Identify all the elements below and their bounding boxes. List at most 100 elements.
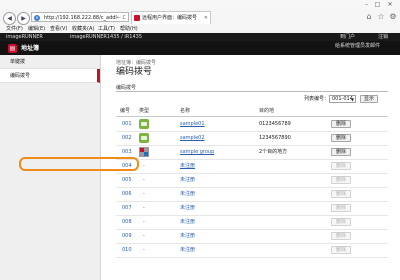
row-name[interactable]: sample01 [180, 117, 205, 131]
home-icon[interactable]: ⌂ [364, 12, 374, 22]
row-name[interactable]: sample02 [180, 131, 205, 145]
logout-link[interactable]: 注销 [378, 33, 388, 41]
row-number[interactable]: 010 [122, 243, 132, 257]
delete-button[interactable]: 删除 [331, 190, 351, 198]
menu-tools[interactable]: 工具(T) [98, 25, 115, 33]
close-icon[interactable]: ✕ [385, 1, 395, 8]
browser-tab[interactable]: 远程用户界面：编码拨号 ✕ [131, 11, 211, 24]
delete-button[interactable]: 删除 [331, 218, 351, 226]
column-header-number: 编号 [120, 108, 131, 114]
browser-window: – □ ✕ ◀ ▶ e http://192.168.222.88/c_addl… [0, 0, 400, 280]
menu-help[interactable]: 帮助(H) [120, 25, 138, 33]
delete-button[interactable]: 删除 [331, 204, 351, 212]
menu-favorites[interactable]: 收藏夹(A) [72, 25, 94, 33]
row-name[interactable]: 未注册 [180, 229, 195, 243]
delete-button[interactable]: 删除 [331, 148, 351, 156]
row-name[interactable]: 未注册 [180, 173, 195, 187]
row-destination: 0123456789 [259, 121, 291, 127]
favorites-icon[interactable]: ☆ [376, 12, 386, 22]
table-row: 004 - 未注册 删除 [116, 159, 388, 174]
row-number[interactable]: 001 [122, 117, 132, 131]
row-destination: 1234567890 [259, 135, 291, 141]
table-row: 008 - 未注册 删除 [116, 215, 388, 230]
display-button[interactable]: 显示 [360, 95, 378, 103]
row-type: - [143, 233, 145, 239]
table-row: 010 - 未注册 删除 [116, 243, 388, 258]
address-row: ◀ ▶ e http://192.168.222.88/c_addl ← C 远… [0, 9, 400, 26]
table-row: 009 - 未注册 删除 [116, 229, 388, 244]
row-name[interactable]: 未注册 [180, 187, 195, 201]
row-number[interactable]: 006 [122, 187, 132, 201]
delete-button[interactable]: 删除 [331, 162, 351, 170]
row-number[interactable]: 008 [122, 215, 132, 229]
main-content: 地址簿：编码拨号 编码拨号 编码拨号 列表编号： 001-014 ▼ 显示 编号… [101, 55, 400, 280]
row-type: - [143, 219, 145, 225]
address-suffix: ← C [116, 15, 126, 21]
phone-icon [139, 119, 149, 129]
table-row: 003 sample group 2个目的地方 删除 [116, 145, 388, 160]
minimize-icon[interactable]: – [362, 1, 371, 8]
row-destination: 2个目的地方 [259, 149, 288, 155]
address-bar[interactable]: e http://192.168.222.88/c_addl ← C [31, 12, 129, 22]
table-row: 001 sample01 0123456789 删除 [116, 117, 388, 132]
column-header-name: 名称 [180, 108, 191, 114]
title-bar: – □ ✕ [0, 0, 400, 9]
device-band: imageRUNNER imageRUNNER1435 / iR1435 到门户… [0, 33, 400, 41]
tab-favicon-icon [134, 15, 140, 21]
maximize-icon[interactable]: □ [373, 1, 382, 8]
delete-button[interactable]: 删除 [331, 176, 351, 184]
row-type: - [143, 247, 145, 253]
sidebar-item-coded-dial[interactable]: 编码拨号 [0, 69, 100, 83]
delete-button[interactable]: 删除 [331, 232, 351, 240]
mail-admin-link[interactable]: 给系统管理员发邮件 [335, 44, 380, 49]
chevron-down-icon: ▼ [350, 97, 354, 102]
settings-icon[interactable]: ⚙ [388, 12, 398, 22]
phone-icon [139, 133, 149, 143]
highlight-callout [19, 157, 139, 171]
list-number-select[interactable]: 001-014 ▼ [329, 95, 356, 103]
menu-edit[interactable]: 编辑(E) [28, 25, 45, 33]
back-icon[interactable]: ◀ [3, 12, 16, 25]
forward-icon[interactable]: ▶ [17, 12, 30, 25]
row-number[interactable]: 005 [122, 173, 132, 187]
row-number[interactable]: 007 [122, 201, 132, 215]
breadcrumb: 地址簿：编码拨号 [116, 60, 157, 66]
delete-button[interactable]: 删除 [331, 134, 351, 142]
list-number-label: 列表编号： [304, 96, 330, 102]
table-row: 007 - 未注册 删除 [116, 201, 388, 216]
group-icon [139, 147, 149, 157]
list-number-value: 001-014 [332, 96, 353, 102]
row-name[interactable]: sample group [180, 145, 214, 159]
device-info: imageRUNNER1435 / iR1435 [70, 34, 142, 40]
ie-icon: e [34, 15, 40, 21]
section-divider [116, 91, 388, 92]
row-type: - [143, 191, 145, 197]
menu-view[interactable]: 查看(V) [50, 25, 67, 33]
column-header-destination: 目的地 [259, 108, 275, 114]
delete-button[interactable]: 删除 [331, 120, 351, 128]
tab-close-icon[interactable]: ✕ [204, 12, 208, 24]
page-title: 编码拨号 [116, 67, 153, 77]
section-title: 编码拨号 [116, 85, 137, 91]
table-row: 005 - 未注册 删除 [116, 173, 388, 188]
column-header-type: 类型 [139, 108, 150, 114]
menu-file[interactable]: 文件(F) [6, 25, 23, 33]
row-name[interactable]: 未注册 [180, 215, 195, 229]
address-book-logo-icon: ▤ [8, 44, 17, 53]
row-number[interactable]: 009 [122, 229, 132, 243]
tab-title: 远程用户界面：编码拨号 [142, 15, 198, 21]
delete-button[interactable]: 删除 [331, 246, 351, 254]
address-text: http://192.168.222.88/c_addl [44, 15, 117, 21]
row-type: - [143, 205, 145, 211]
portal-link[interactable]: 到门户 [340, 33, 355, 41]
row-number[interactable]: 002 [122, 131, 132, 145]
device-name: imageRUNNER [6, 34, 43, 40]
sidebar-item-one-touch[interactable]: 单键拨 [0, 55, 100, 69]
row-type: - [143, 177, 145, 183]
table-header: 编号 类型 名称 目的地 [116, 107, 388, 117]
row-type: - [143, 163, 145, 169]
brand-title: 地址簿 [21, 45, 40, 52]
row-name[interactable]: 未注册 [180, 243, 195, 257]
row-name[interactable]: 未注册 [180, 159, 195, 173]
row-name[interactable]: 未注册 [180, 201, 195, 215]
